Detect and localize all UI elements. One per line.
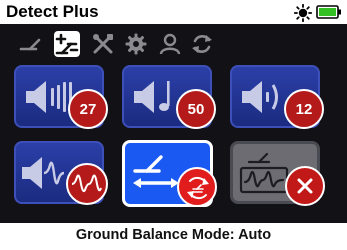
status-bar: Ground Balance Mode: Auto: [0, 223, 347, 250]
ground-balance-tile[interactable]: [122, 140, 217, 207]
threshold-tone-tile[interactable]: 50: [122, 65, 216, 129]
battery-icon: [316, 5, 341, 19]
settings-gear-icon[interactable]: [124, 32, 148, 56]
target-volume-tile[interactable]: 12: [230, 65, 324, 129]
detector-screen: Detect Plus 27 50 12 Ground Balance Mode…: [0, 0, 347, 250]
threshold-tone-value: 50: [187, 100, 205, 118]
tone-wave-icon: [71, 174, 102, 193]
detect-coil-icon[interactable]: [18, 32, 42, 56]
target-volume-badge: 12: [284, 89, 324, 129]
user-profile-icon[interactable]: [158, 32, 182, 56]
off-x-icon: [297, 178, 313, 194]
ground-balance-icon: [133, 155, 179, 188]
screen-title: Detect Plus: [6, 2, 99, 21]
detect-plus-icon[interactable]: [53, 30, 81, 58]
volume-level-badge: 27: [68, 89, 108, 129]
brightness-icon[interactable]: [294, 4, 312, 22]
ground-balance-noise-tile[interactable]: [230, 141, 325, 206]
tab-bar: [0, 24, 347, 64]
volume-level-tile[interactable]: 27: [14, 65, 108, 129]
title-bar: Detect Plus: [0, 0, 347, 24]
threshold-audio-tile[interactable]: [14, 141, 108, 205]
target-volume-value: 12: [295, 100, 313, 118]
auto-tracking-badge: [177, 167, 217, 207]
auto-tracking-icon: [187, 176, 209, 200]
off-x-badge: [285, 166, 325, 206]
reset-icon[interactable]: [190, 32, 214, 56]
tone-wave-badge: [66, 163, 108, 205]
ground-balance-mode-status: Ground Balance Mode: Auto: [75, 227, 272, 243]
volume-level-value: 27: [79, 100, 97, 118]
threshold-tone-badge: 50: [176, 89, 216, 129]
tools-icon[interactable]: [91, 32, 115, 56]
